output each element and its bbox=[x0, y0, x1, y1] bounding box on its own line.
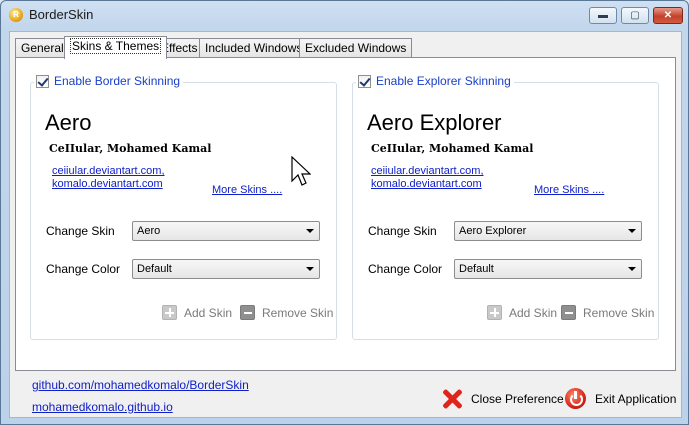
tab-skins-themes[interactable]: Skins & Themes bbox=[64, 36, 168, 59]
github-repo-link[interactable]: github.com/mohamedkomalo/BorderSkin bbox=[32, 378, 249, 392]
mouse-cursor-icon bbox=[291, 156, 311, 186]
remove-skin-label: Remove Skin bbox=[583, 305, 655, 320]
change-skin-label: Change Skin bbox=[46, 224, 115, 238]
close-preference-button[interactable]: Close Preference bbox=[441, 388, 564, 410]
remove-skin-button[interactable]: Remove Skin bbox=[240, 305, 333, 320]
skins-themes-page: Enable Border Skinning Aero CeIIular, Mo… bbox=[15, 57, 676, 371]
exit-application-label: Exit Application bbox=[595, 391, 677, 406]
close-icon bbox=[441, 388, 463, 410]
change-color-label: Change Color bbox=[368, 262, 443, 276]
tab-general[interactable]: General bbox=[15, 38, 70, 58]
select-value: Aero Explorer bbox=[459, 225, 527, 237]
change-color-select[interactable]: Default bbox=[454, 259, 642, 279]
close-preference-label: Close Preference bbox=[471, 392, 564, 406]
select-value: Aero bbox=[137, 225, 161, 237]
tab-included-windows[interactable]: Included Windows bbox=[199, 38, 309, 58]
chevron-down-icon bbox=[628, 267, 636, 271]
add-skin-label: Add Skin bbox=[509, 305, 558, 320]
tab-label: Included Windows bbox=[205, 41, 303, 55]
close-window-button[interactable]: ✕ bbox=[653, 7, 683, 24]
enable-explorer-skinning-checkbox[interactable] bbox=[358, 74, 371, 88]
window-title: BorderSkin bbox=[29, 7, 94, 22]
add-skin-button[interactable]: Add Skin bbox=[162, 305, 232, 320]
plus-icon bbox=[162, 305, 177, 320]
add-skin-button[interactable]: Add Skin bbox=[487, 305, 557, 320]
skin-author: CeIIular, Mohamed Kamal bbox=[371, 142, 534, 155]
plus-icon bbox=[487, 305, 502, 320]
exit-application-button[interactable]: Exit Application bbox=[565, 388, 676, 409]
author-link-2[interactable]: komalo.deviantart.com bbox=[371, 178, 482, 190]
explorer-skinning-header[interactable]: Enable Explorer Skinning bbox=[356, 74, 514, 88]
maximize-button[interactable]: ▢ bbox=[621, 7, 649, 24]
author-link-2[interactable]: komalo.deviantart.com bbox=[52, 178, 163, 190]
title-bar[interactable]: R BorderSkin ▬ ▢ ✕ bbox=[1, 1, 688, 29]
tab-excluded-windows[interactable]: Excluded Windows bbox=[299, 38, 413, 58]
remove-skin-label: Remove Skin bbox=[262, 305, 334, 320]
tab-label: Skins & Themes bbox=[70, 38, 162, 54]
enable-border-skinning-checkbox[interactable] bbox=[36, 74, 49, 88]
explorer-skinning-group: Enable Explorer Skinning Aero Explorer C… bbox=[352, 74, 659, 340]
change-skin-select[interactable]: Aero Explorer bbox=[454, 221, 642, 241]
group-title: Enable Explorer Skinning bbox=[376, 74, 511, 88]
group-title: Enable Border Skinning bbox=[54, 74, 181, 88]
skin-author: CeIIular, Mohamed Kamal bbox=[49, 142, 212, 155]
power-icon bbox=[565, 388, 586, 409]
tab-label: Excluded Windows bbox=[305, 41, 407, 55]
author-link-1[interactable]: ceiiular.deviantart.com, bbox=[371, 165, 484, 177]
github-pages-link[interactable]: mohamedkomalo.github.io bbox=[32, 400, 173, 414]
app-icon: R bbox=[9, 8, 23, 22]
change-skin-label: Change Skin bbox=[368, 224, 437, 238]
change-color-label: Change Color bbox=[46, 262, 121, 276]
add-skin-label: Add Skin bbox=[184, 305, 233, 320]
change-color-select[interactable]: Default bbox=[132, 259, 320, 279]
select-value: Default bbox=[137, 263, 172, 275]
author-link-1[interactable]: ceiiular.deviantart.com, bbox=[52, 165, 165, 177]
minus-icon bbox=[561, 305, 576, 320]
minus-icon bbox=[240, 305, 255, 320]
minimize-button[interactable]: ▬ bbox=[589, 7, 617, 24]
client-area: General Skins & Themes Effects Included … bbox=[9, 31, 682, 418]
chevron-down-icon bbox=[306, 267, 314, 271]
tab-label: General bbox=[21, 41, 64, 55]
select-value: Default bbox=[459, 263, 494, 275]
main-window: R BorderSkin ▬ ▢ ✕ General Skins & Theme… bbox=[0, 0, 689, 425]
more-skins-link[interactable]: More Skins .... bbox=[212, 184, 282, 196]
chevron-down-icon bbox=[628, 229, 636, 233]
chevron-down-icon bbox=[306, 229, 314, 233]
skin-name: Aero Explorer bbox=[367, 110, 502, 135]
border-skinning-group: Enable Border Skinning Aero CeIIular, Mo… bbox=[30, 74, 337, 340]
skin-name: Aero bbox=[45, 110, 92, 135]
remove-skin-button[interactable]: Remove Skin bbox=[561, 305, 654, 320]
more-skins-link[interactable]: More Skins .... bbox=[534, 184, 604, 196]
border-skinning-header[interactable]: Enable Border Skinning bbox=[34, 74, 184, 88]
change-skin-select[interactable]: Aero bbox=[132, 221, 320, 241]
